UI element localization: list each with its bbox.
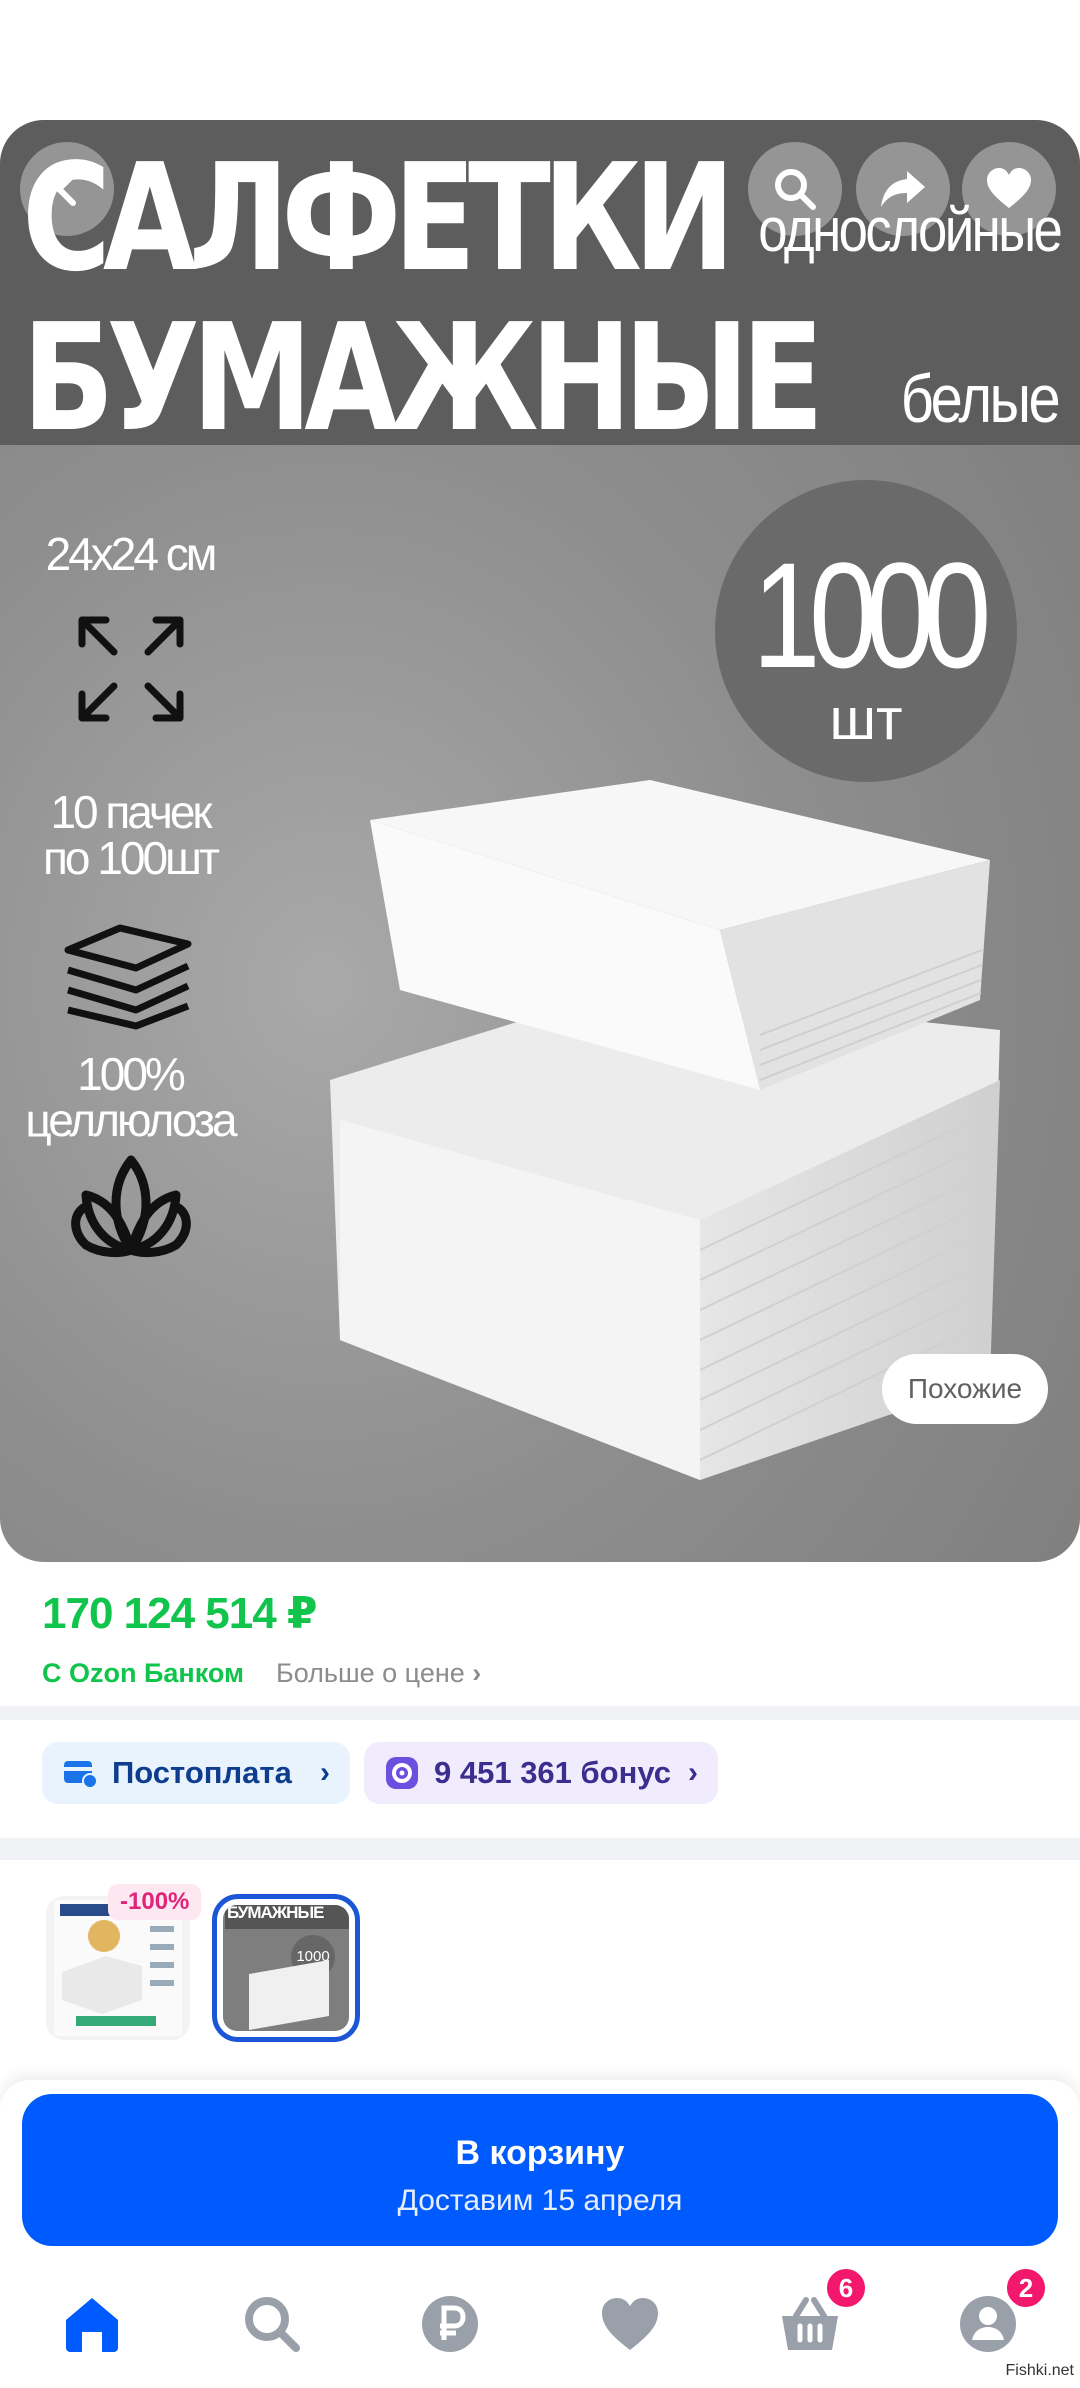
feature-material-line1: 100% — [77, 1048, 186, 1100]
image-subtitle-2: белые — [900, 361, 1061, 437]
product-image[interactable]: САЛФЕТКИ БУМАЖНЫЕ однослойные белые 1000… — [0, 120, 1080, 1562]
similar-button[interactable]: Похожие — [882, 1354, 1048, 1424]
count-number: 1000 — [752, 531, 991, 699]
delivery-date: Доставим 15 апреля — [397, 2184, 683, 2217]
bonus-chip[interactable]: 9 451 361 бонус › — [364, 1742, 718, 1804]
share-button[interactable] — [856, 142, 950, 236]
heart-icon[interactable] — [598, 2292, 662, 2356]
expand-arrows-icon — [78, 616, 184, 722]
variant-image: БУМАЖНЫЕ 1000 — [223, 1905, 349, 2031]
add-to-cart-label: В корзину — [455, 2134, 625, 2172]
divider — [0, 1838, 1080, 1860]
count-unit: шт — [829, 687, 903, 752]
image-title-line2: БУМАЖНЫЕ — [22, 292, 824, 464]
variant-thumb-2-selected[interactable]: БУМАЖНЫЕ 1000 — [212, 1894, 360, 2042]
search-button[interactable] — [748, 142, 842, 236]
tab-bar — [0, 2262, 1080, 2388]
cart-count-badge: 6 — [824, 2266, 868, 2310]
price-value: 170 124 514 ₽ — [42, 1589, 318, 1638]
postpay-label: Постоплата — [112, 1755, 292, 1790]
chevron-right-icon: › — [688, 1756, 698, 1789]
bonus-icon — [386, 1757, 418, 1789]
product-page: САЛФЕТКИ БУМАЖНЫЕ однослойные белые 1000… — [0, 0, 1080, 2388]
chevron-left-icon — [56, 172, 76, 206]
share-icon — [881, 171, 925, 207]
back-button[interactable] — [20, 142, 114, 236]
feature-material-line2: целлюлоза — [25, 1094, 237, 1146]
discount-badge: -100% — [108, 1884, 202, 1920]
search-icon — [775, 169, 816, 210]
variant-thumb-napkins — [249, 1959, 329, 2031]
napkins-illustration — [330, 780, 1000, 1480]
chevron-right-icon: › — [320, 1756, 330, 1789]
add-to-cart-button[interactable]: В корзину Доставим 15 апреля — [22, 2094, 1058, 2246]
ruble-icon[interactable] — [418, 2292, 482, 2356]
card-clock-icon — [64, 1761, 98, 1789]
feature-size: 24x24 см — [45, 528, 218, 580]
watermark: Fishki.net — [1005, 2362, 1074, 2379]
bonus-label: 9 451 361 бонус — [434, 1755, 672, 1790]
more-price-label: Больше о цене — [276, 1658, 465, 1688]
lotus-icon — [71, 1155, 191, 1258]
chevron-right-icon: › — [472, 1658, 482, 1688]
favorite-button[interactable] — [962, 142, 1056, 236]
postpay-chip[interactable]: Постоплата › — [42, 1742, 350, 1804]
variant-thumb-title: БУМАЖНЫЕ — [225, 1905, 349, 1929]
image-title-line1: САЛФЕТКИ — [22, 132, 735, 304]
feature-packs-line2: по 100шт — [43, 832, 220, 884]
stack-icon — [64, 924, 192, 1030]
divider — [0, 1706, 1080, 1720]
feature-packs-line1: 10 пачек — [50, 786, 212, 838]
ozon-bank-label: С Ozon Банком — [42, 1658, 244, 1688]
home-icon[interactable] — [60, 2292, 124, 2356]
search-icon[interactable] — [240, 2292, 304, 2356]
more-price-link[interactable]: Больше о цене › — [276, 1658, 481, 1689]
profile-count-badge: 2 — [1004, 2266, 1048, 2310]
heart-icon — [987, 168, 1031, 208]
